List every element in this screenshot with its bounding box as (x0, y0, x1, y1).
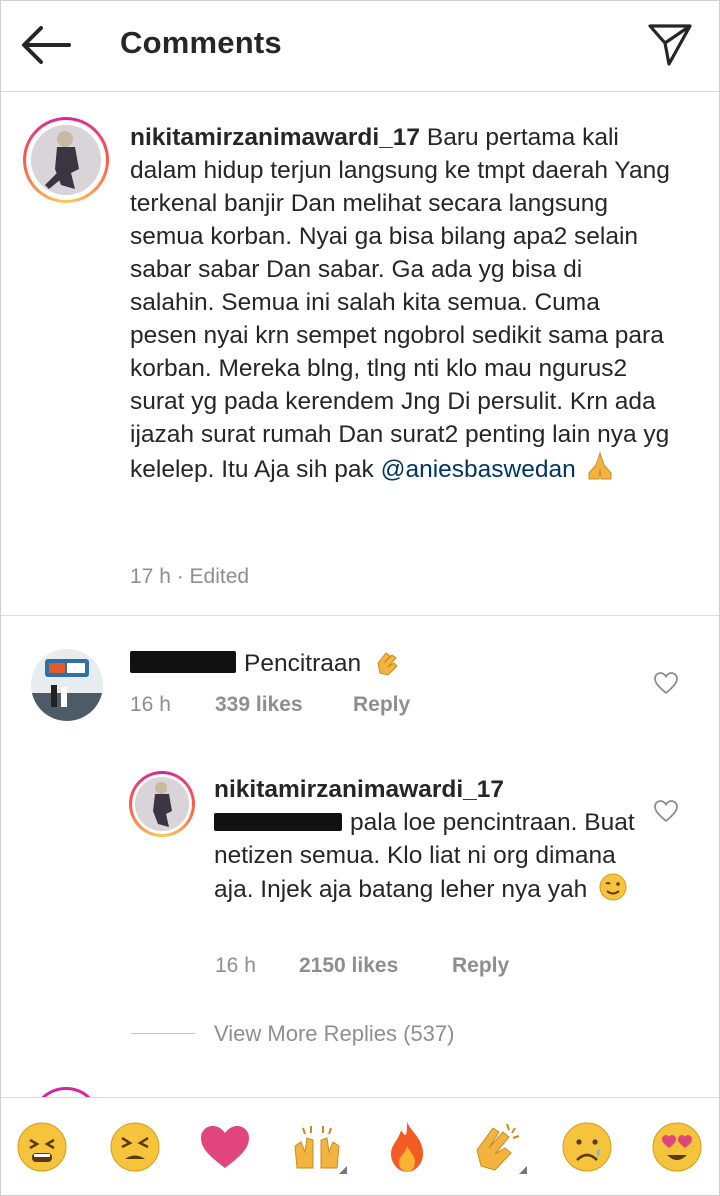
folded-hands-emoji (583, 451, 617, 490)
caption-username[interactable]: nikitamirzanimawardi_17 (130, 124, 420, 151)
like-button[interactable] (653, 671, 679, 695)
frowning-face-emoji[interactable] (557, 1118, 617, 1176)
comment-text: Pencitraan (244, 650, 362, 677)
clapping-hands-emoji[interactable] (467, 1118, 527, 1176)
view-more-replies[interactable]: View More Replies (537) (131, 1019, 691, 1053)
tired-face-emoji[interactable] (105, 1118, 165, 1176)
redacted-username (130, 651, 236, 673)
reply-time: 16 h (215, 954, 256, 977)
redacted-mention[interactable] (214, 813, 342, 831)
caption-block: nikitamirzanimawardi_17 Baru pertama kal… (1, 93, 719, 616)
send-button[interactable] (647, 21, 693, 67)
clapping-hands-emoji (372, 647, 402, 684)
app-frame: Comments nikitamirzanimawardi_17 Baru pe… (0, 0, 720, 1196)
reply-reply-button[interactable]: Reply (452, 954, 509, 978)
heart-emoji[interactable] (195, 1118, 255, 1176)
raising-hands-emoji[interactable] (287, 1118, 347, 1176)
heart-outline-icon (654, 800, 678, 823)
reply-likes[interactable]: 2150 likes (299, 954, 398, 978)
back-button[interactable] (19, 23, 71, 67)
emoji-quick-bar (1, 1097, 719, 1195)
persevering-face-emoji[interactable] (12, 1118, 72, 1176)
caption-text: nikitamirzanimawardi_17 Baru pertama kal… (130, 121, 670, 490)
fire-emoji[interactable] (377, 1118, 437, 1176)
header-bar: Comments (1, 1, 719, 92)
comment-reply-button[interactable]: Reply (353, 693, 410, 717)
page-title: Comments (120, 25, 282, 60)
commenter-avatar[interactable] (31, 649, 103, 721)
caption-avatar[interactable] (23, 117, 109, 203)
send-icon (648, 24, 692, 66)
reply-text-block: nikitamirzanimawardi_17 pala loe pencint… (214, 773, 644, 911)
reply-username[interactable]: nikitamirzanimawardi_17 (214, 776, 504, 803)
caption-time: 17 h · Edited (130, 565, 250, 588)
comment-likes[interactable]: 339 likes (215, 693, 303, 717)
winking-face-emoji (598, 872, 628, 911)
caption-mention-link[interactable]: @aniesbaswedan (381, 456, 576, 483)
comment-time: 16 h (130, 693, 171, 716)
comment-item: Pencitraan 16 h 339 likes Reply (1, 617, 719, 747)
heart-eyes-face-emoji[interactable] (647, 1118, 707, 1176)
heart-outline-icon (654, 672, 678, 695)
reply-item: nikitamirzanimawardi_17 pala loe pencint… (1, 761, 719, 1021)
like-button[interactable] (653, 799, 679, 823)
comment-line: Pencitraan (130, 647, 402, 684)
reply-avatar[interactable] (129, 771, 195, 837)
replies-divider (131, 1033, 195, 1034)
view-more-replies-label[interactable]: View More Replies (537) (214, 1021, 454, 1047)
back-arrow-icon (22, 26, 71, 64)
caption-body: Baru pertama kali dalam hidup terjun lan… (130, 124, 670, 483)
